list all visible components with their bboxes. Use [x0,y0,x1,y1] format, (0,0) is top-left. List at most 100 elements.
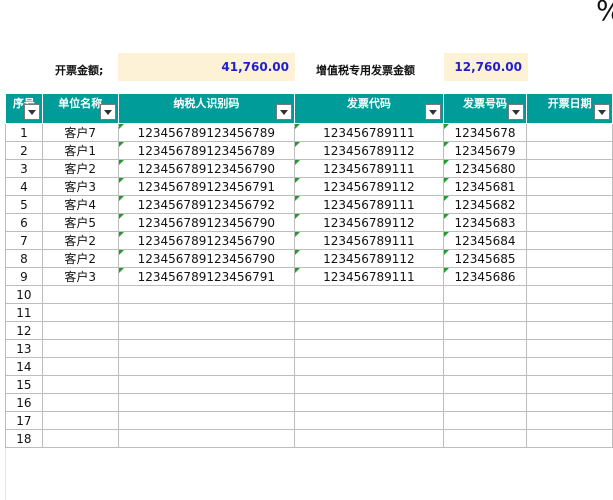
cell-tax-id[interactable]: 123456789123456790 [117,231,296,250]
column-header-invoice-number[interactable]: 发票号码 [442,93,528,124]
cell-tax-id[interactable] [117,303,296,322]
cell-invoice-date[interactable] [526,195,613,214]
cell-invoice-number[interactable]: 12345684 [442,231,528,250]
cell-no[interactable]: 12 [5,321,43,340]
cell-invoice-code[interactable]: 123456789111 [294,195,444,214]
cell-tax-id[interactable]: 123456789123456790 [117,159,296,178]
cell-invoice-code[interactable] [294,339,444,358]
cell-invoice-date[interactable] [526,285,613,304]
cell-invoice-code[interactable] [294,429,444,448]
cell-no[interactable]: 10 [5,285,43,304]
cell-no[interactable]: 11 [5,303,43,322]
cell-invoice-number[interactable] [442,411,528,430]
cell-no[interactable]: 4 [5,177,43,196]
cell-unit[interactable]: 客户4 [41,195,119,214]
cell-no[interactable]: 14 [5,357,43,376]
cell-invoice-date[interactable] [526,321,613,340]
cell-no[interactable]: 16 [5,393,43,412]
cell-invoice-number[interactable] [442,429,528,448]
cell-unit[interactable] [41,411,119,430]
cell-invoice-date[interactable] [526,231,613,250]
cell-unit[interactable]: 客户1 [41,141,119,160]
cell-invoice-number[interactable] [442,321,528,340]
cell-unit[interactable]: 客户2 [41,231,119,250]
cell-unit[interactable]: 客户2 [41,249,119,268]
cell-tax-id[interactable]: 123456789123456792 [117,195,296,214]
cell-invoice-date[interactable] [526,375,613,394]
filter-dropdown-icon[interactable] [23,104,40,120]
cell-unit[interactable] [41,393,119,412]
cell-invoice-number[interactable]: 12345680 [442,159,528,178]
cell-tax-id[interactable]: 123456789123456789 [117,141,296,160]
cell-invoice-number[interactable]: 12345685 [442,249,528,268]
cell-no[interactable]: 1 [5,123,43,142]
column-header-invoice-date[interactable]: 开票日期 [526,93,613,124]
cell-invoice-date[interactable] [526,249,613,268]
cell-no[interactable]: 2 [5,141,43,160]
cell-invoice-date[interactable] [526,357,613,376]
cell-invoice-code[interactable]: 123456789111 [294,267,444,286]
column-header-no[interactable]: 序号 [5,93,43,124]
cell-tax-id[interactable] [117,339,296,358]
cell-invoice-code[interactable] [294,411,444,430]
cell-invoice-code[interactable]: 123456789111 [294,231,444,250]
cell-invoice-date[interactable] [526,339,613,358]
cell-no[interactable]: 5 [5,195,43,214]
cell-invoice-date[interactable] [526,267,613,286]
column-header-invoice-code[interactable]: 发票代码 [294,93,444,124]
cell-invoice-number[interactable] [442,357,528,376]
filter-dropdown-icon[interactable] [99,104,116,120]
cell-invoice-code[interactable] [294,375,444,394]
cell-tax-id[interactable]: 123456789123456789 [117,123,296,142]
cell-invoice-date[interactable] [526,303,613,322]
cell-invoice-number[interactable] [442,339,528,358]
cell-unit[interactable] [41,357,119,376]
cell-unit[interactable]: 客户3 [41,177,119,196]
cell-invoice-date[interactable] [526,213,613,232]
cell-invoice-code[interactable] [294,393,444,412]
cell-invoice-code[interactable] [294,303,444,322]
cell-tax-id[interactable]: 123456789123456790 [117,249,296,268]
cell-unit[interactable] [41,375,119,394]
cell-tax-id[interactable]: 123456789123456790 [117,213,296,232]
cell-unit[interactable] [41,321,119,340]
cell-unit[interactable]: 客户5 [41,213,119,232]
cell-invoice-date[interactable] [526,123,613,142]
cell-invoice-code[interactable]: 123456789111 [294,159,444,178]
cell-tax-id[interactable] [117,285,296,304]
cell-tax-id[interactable] [117,393,296,412]
cell-tax-id[interactable] [117,411,296,430]
cell-no[interactable]: 6 [5,213,43,232]
cell-invoice-code[interactable]: 123456789112 [294,177,444,196]
cell-invoice-number[interactable]: 12345683 [442,213,528,232]
cell-invoice-number[interactable]: 12345678 [442,123,528,142]
column-header-unit[interactable]: 单位名称 [41,93,119,124]
cell-no[interactable]: 13 [5,339,43,358]
cell-tax-id[interactable]: 123456789123456791 [117,177,296,196]
cell-invoice-number[interactable] [442,285,528,304]
cell-unit[interactable] [41,285,119,304]
cell-no[interactable]: 7 [5,231,43,250]
cell-invoice-number[interactable]: 12345686 [442,267,528,286]
cell-unit[interactable]: 客户2 [41,159,119,178]
cell-unit[interactable] [41,303,119,322]
cell-tax-id[interactable] [117,321,296,340]
cell-tax-id[interactable]: 123456789123456791 [117,267,296,286]
cell-no[interactable]: 3 [5,159,43,178]
cell-invoice-code[interactable] [294,321,444,340]
invoice-amount-value[interactable]: 41,760.00 [118,53,295,81]
cell-invoice-number[interactable] [442,303,528,322]
cell-unit[interactable]: 客户7 [41,123,119,142]
cell-invoice-code[interactable]: 123456789111 [294,123,444,142]
cell-invoice-date[interactable] [526,159,613,178]
cell-unit[interactable] [41,339,119,358]
vat-amount-value[interactable]: 12,760.00 [444,53,528,81]
cell-unit[interactable] [41,429,119,448]
cell-invoice-number[interactable]: 12345679 [442,141,528,160]
cell-invoice-code[interactable] [294,285,444,304]
cell-invoice-date[interactable] [526,177,613,196]
cell-invoice-code[interactable]: 123456789112 [294,249,444,268]
filter-dropdown-icon[interactable] [424,104,441,120]
cell-tax-id[interactable] [117,429,296,448]
cell-invoice-number[interactable]: 12345681 [442,177,528,196]
